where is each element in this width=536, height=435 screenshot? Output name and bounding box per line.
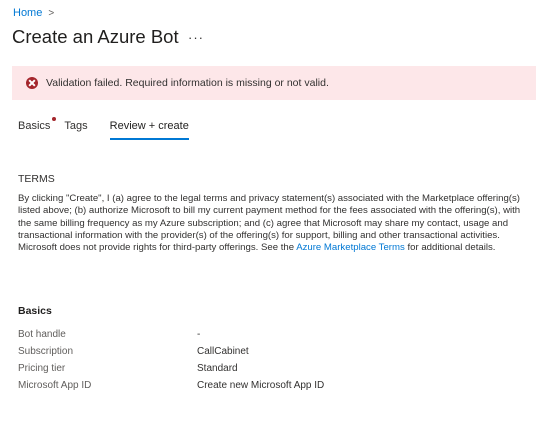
more-actions-button[interactable]: ··· (188, 30, 204, 45)
pricing-tier-value: Standard (197, 363, 238, 374)
tab-basics[interactable]: Basics (18, 117, 57, 138)
terms-text: By clicking "Create", I (a) agree to the… (18, 193, 523, 254)
tab-tags[interactable]: Tags (64, 120, 87, 138)
breadcrumb: Home > (13, 7, 54, 19)
tab-bar: Basics Tags Review + create (18, 117, 203, 140)
breadcrumb-home-link[interactable]: Home (13, 7, 42, 19)
subscription-value: CallCabinet (197, 346, 249, 357)
bot-handle-label: Bot handle (18, 329, 66, 340)
validation-error-message: Validation failed. Required information … (46, 77, 329, 89)
app-id-label: Microsoft App ID (18, 380, 92, 391)
bot-handle-value: - (197, 329, 201, 340)
app-id-value: Create new Microsoft App ID (197, 380, 325, 391)
azure-marketplace-terms-link[interactable]: Azure Marketplace Terms (296, 242, 405, 253)
terms-heading: TERMS (18, 173, 55, 185)
page-title: Create an Azure Bot (12, 26, 179, 47)
chevron-right-icon: > (48, 7, 55, 19)
subscription-label: Subscription (18, 346, 74, 357)
tab-review-create[interactable]: Review + create (109, 120, 190, 140)
pricing-tier-label: Pricing tier (18, 363, 66, 374)
terms-tail-text: for additional details. (407, 242, 496, 254)
validation-error-banner: Validation failed. Required information … (12, 66, 536, 100)
error-icon (26, 77, 38, 89)
basics-section-title: Basics (18, 305, 52, 317)
